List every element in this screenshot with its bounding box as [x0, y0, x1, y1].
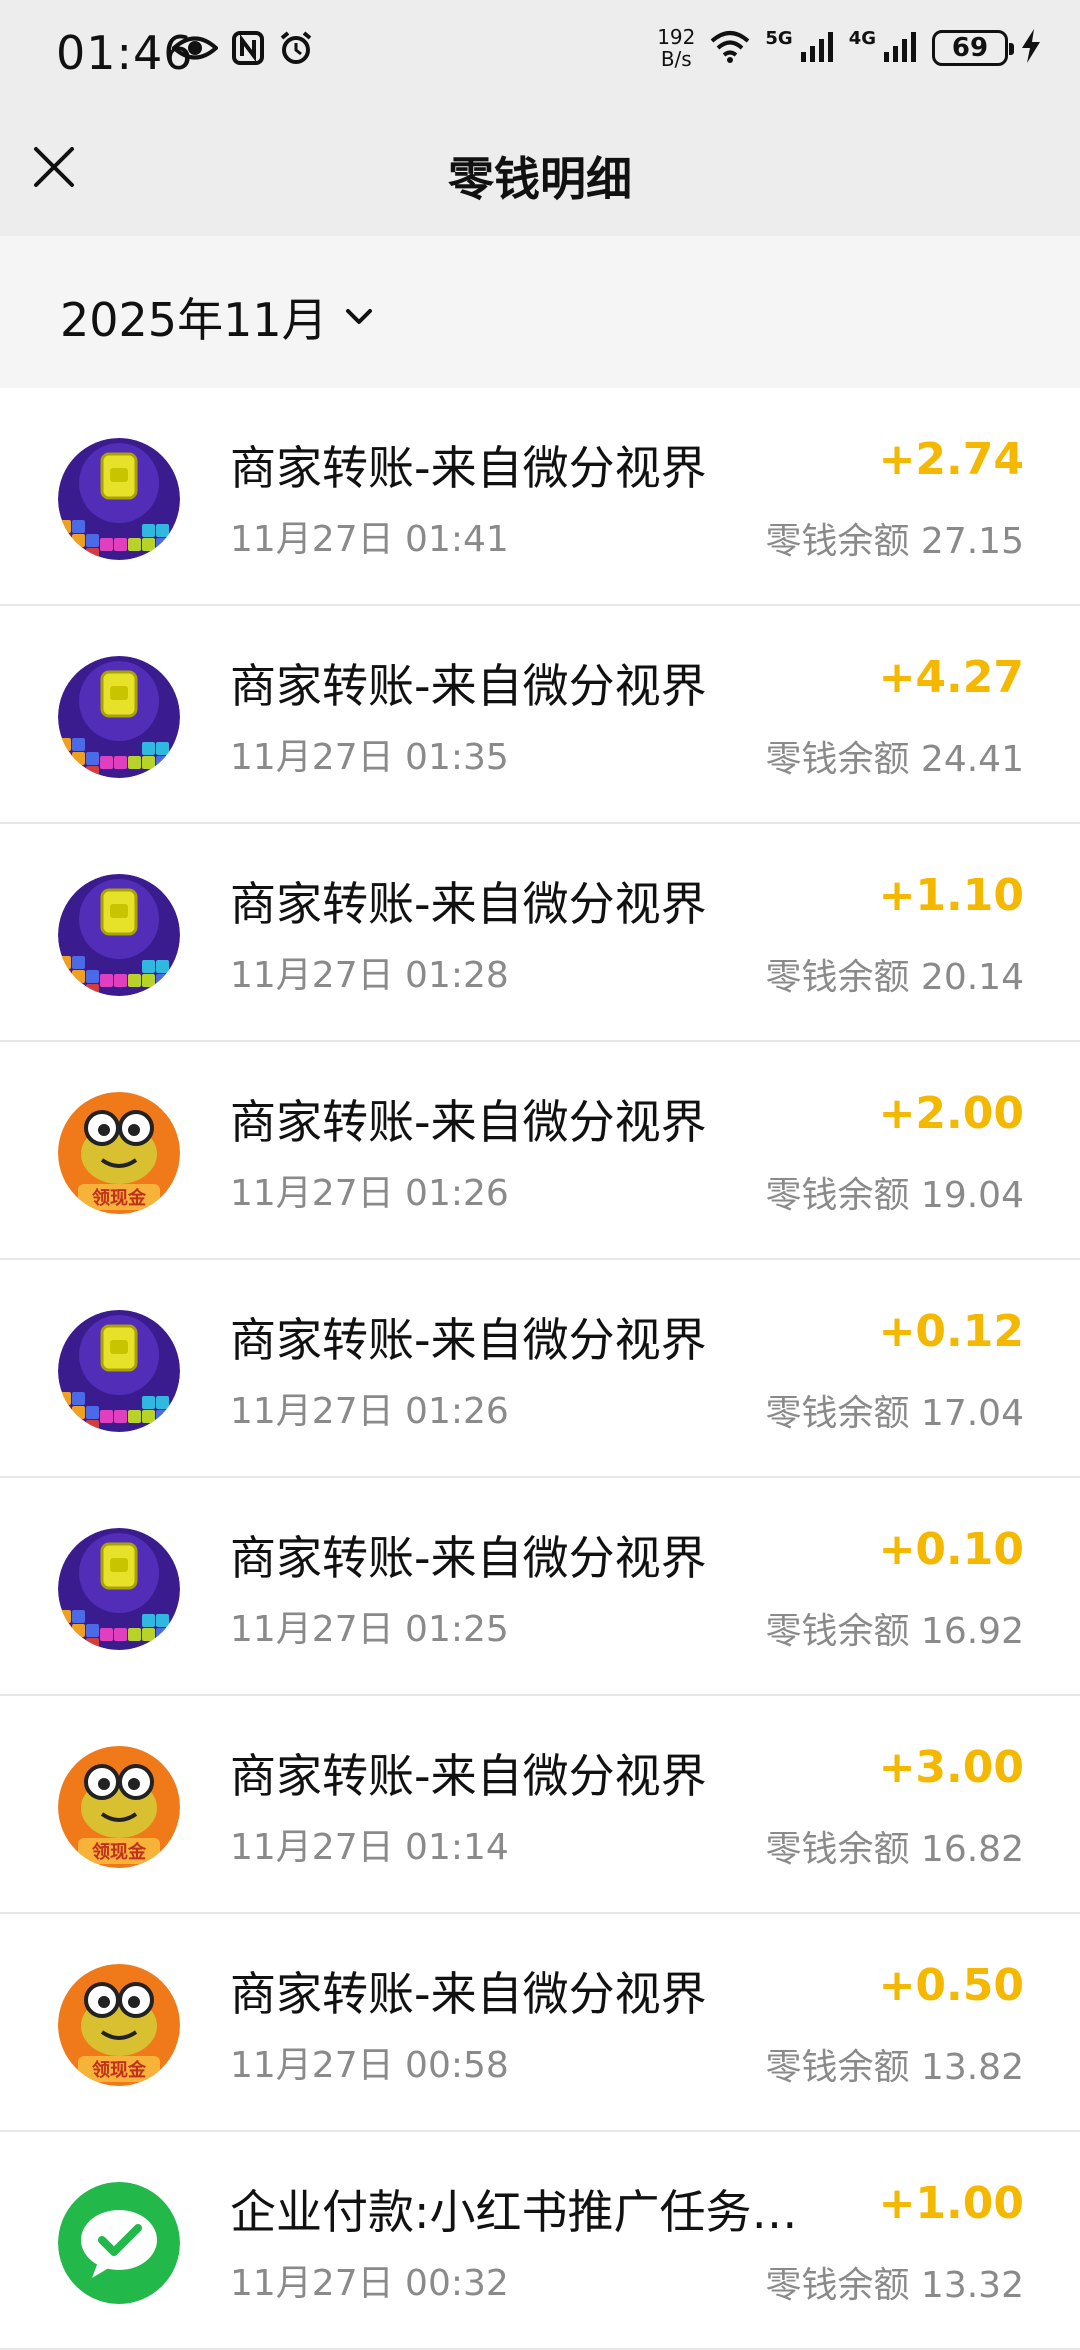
month-filter-bar: 2025年11月	[0, 236, 1080, 388]
transaction-balance: 零钱余额 13.32	[765, 2265, 1024, 2306]
nfc-icon	[232, 31, 264, 69]
transaction-title: 商家转账-来自微分视界	[230, 659, 707, 713]
transaction-title: 商家转账-来自微分视界	[230, 1313, 707, 1367]
eye-icon	[171, 33, 219, 67]
signal-icon-2	[884, 30, 918, 66]
block-game-icon	[58, 874, 180, 996]
page-title: 零钱明细	[448, 152, 632, 206]
transaction-time: 11月27日 01:28	[230, 955, 509, 996]
badge-label: 领现金	[92, 1188, 146, 1209]
chevron-down-icon	[345, 309, 372, 324]
transaction-balance: 零钱余额 16.82	[765, 1829, 1024, 1870]
block-game-icon	[58, 656, 180, 778]
month-label: 2025年11月	[60, 293, 328, 347]
network-speed: 192 B/s	[657, 25, 696, 71]
transaction-amount: +2.00	[878, 1088, 1024, 1139]
transaction-balance: 零钱余额 16.92	[765, 1611, 1024, 1652]
transaction-time: 11月27日 01:26	[230, 1173, 509, 1214]
transaction-row[interactable]: 领现金 商家转账-来自微分视界 11月27日 00:58 +0.50 零钱余额 …	[0, 1914, 1080, 2132]
transaction-balance: 零钱余额 17.04	[765, 1393, 1024, 1434]
transaction-amount: +1.10	[878, 870, 1024, 921]
block-game-icon	[58, 1310, 180, 1432]
network-type-1: 5G	[765, 27, 793, 49]
status-bar: 01:46 192 B/s 5G 4G 69	[0, 0, 1080, 110]
transaction-amount: +2.74	[878, 434, 1024, 485]
transaction-time: 11月27日 01:35	[230, 737, 509, 778]
transaction-time: 11月27日 01:25	[230, 1609, 509, 1650]
month-picker[interactable]: 2025年11月	[60, 284, 374, 350]
transaction-time: 11月27日 01:41	[230, 519, 509, 560]
transaction-balance: 零钱余额 20.14	[765, 957, 1024, 998]
network-type-2: 4G	[848, 27, 876, 49]
transaction-balance: 零钱余额 27.15	[765, 521, 1024, 562]
badge-label: 领现金	[92, 1842, 146, 1863]
transaction-title: 商家转账-来自微分视界	[230, 1095, 707, 1149]
transaction-title: 商家转账-来自微分视界	[230, 1531, 707, 1585]
transaction-title: 商家转账-来自微分视界	[230, 1967, 707, 2021]
transaction-title: 企业付款:小红书推广任务扫...	[230, 2185, 840, 2239]
nav-bar: 零钱明细	[0, 110, 1080, 236]
transaction-row[interactable]: 商家转账-来自微分视界 11月27日 01:25 +0.10 零钱余额 16.9…	[0, 1478, 1080, 1696]
transaction-row[interactable]: 商家转账-来自微分视界 11月27日 01:28 +1.10 零钱余额 20.1…	[0, 824, 1080, 1042]
badge-label: 领现金	[92, 2060, 146, 2081]
frog-icon: 领现金	[58, 1746, 180, 1868]
wechat-pay-icon	[58, 2182, 180, 2304]
transaction-amount: +0.12	[878, 1306, 1024, 1357]
block-game-icon	[58, 438, 180, 560]
transaction-row[interactable]: 商家转账-来自微分视界 11月27日 01:26 +0.12 零钱余额 17.0…	[0, 1260, 1080, 1478]
transaction-title: 商家转账-来自微分视界	[230, 441, 707, 495]
alarm-icon	[278, 30, 314, 70]
transaction-time: 11月27日 01:26	[230, 1391, 509, 1432]
transaction-time: 11月27日 00:58	[230, 2045, 509, 2086]
transaction-amount: +4.27	[878, 652, 1024, 703]
frog-icon: 领现金	[58, 1964, 180, 2086]
block-game-icon	[58, 1528, 180, 1650]
transaction-row[interactable]: 商家转账-来自微分视界 11月27日 01:41 +2.74 零钱余额 27.1…	[0, 388, 1080, 606]
wifi-icon	[709, 29, 751, 67]
transaction-time: 11月27日 00:32	[230, 2263, 509, 2304]
charging-bolt-icon	[1022, 29, 1040, 67]
frog-icon: 领现金	[58, 1092, 180, 1214]
transaction-balance: 零钱余额 19.04	[765, 1175, 1024, 1216]
transaction-list: 商家转账-来自微分视界 11月27日 01:41 +2.74 零钱余额 27.1…	[0, 388, 1080, 2350]
transaction-amount: +0.10	[878, 1524, 1024, 1575]
transaction-amount: +3.00	[878, 1742, 1024, 1793]
status-icons-right: 192 B/s 5G 4G 69	[657, 26, 1040, 70]
transaction-title: 商家转账-来自微分视界	[230, 1749, 707, 1803]
status-icons-left	[171, 30, 314, 70]
battery-indicator: 69	[932, 30, 1014, 66]
transaction-balance: 零钱余额 24.41	[765, 739, 1024, 780]
transaction-time: 11月27日 01:14	[230, 1827, 509, 1868]
transaction-amount: +1.00	[878, 2178, 1024, 2229]
transaction-balance: 零钱余额 13.82	[765, 2047, 1024, 2088]
transaction-amount: +0.50	[878, 1960, 1024, 2011]
transaction-row[interactable]: 领现金 商家转账-来自微分视界 11月27日 01:26 +2.00 零钱余额 …	[0, 1042, 1080, 1260]
transaction-row[interactable]: 企业付款:小红书推广任务扫... 11月27日 00:32 +1.00 零钱余额…	[0, 2132, 1080, 2350]
signal-icon	[800, 30, 835, 66]
transaction-title: 商家转账-来自微分视界	[230, 877, 707, 931]
transaction-row[interactable]: 商家转账-来自微分视界 11月27日 01:35 +4.27 零钱余额 24.4…	[0, 606, 1080, 824]
transaction-row[interactable]: 领现金 商家转账-来自微分视界 11月27日 01:14 +3.00 零钱余额 …	[0, 1696, 1080, 1914]
